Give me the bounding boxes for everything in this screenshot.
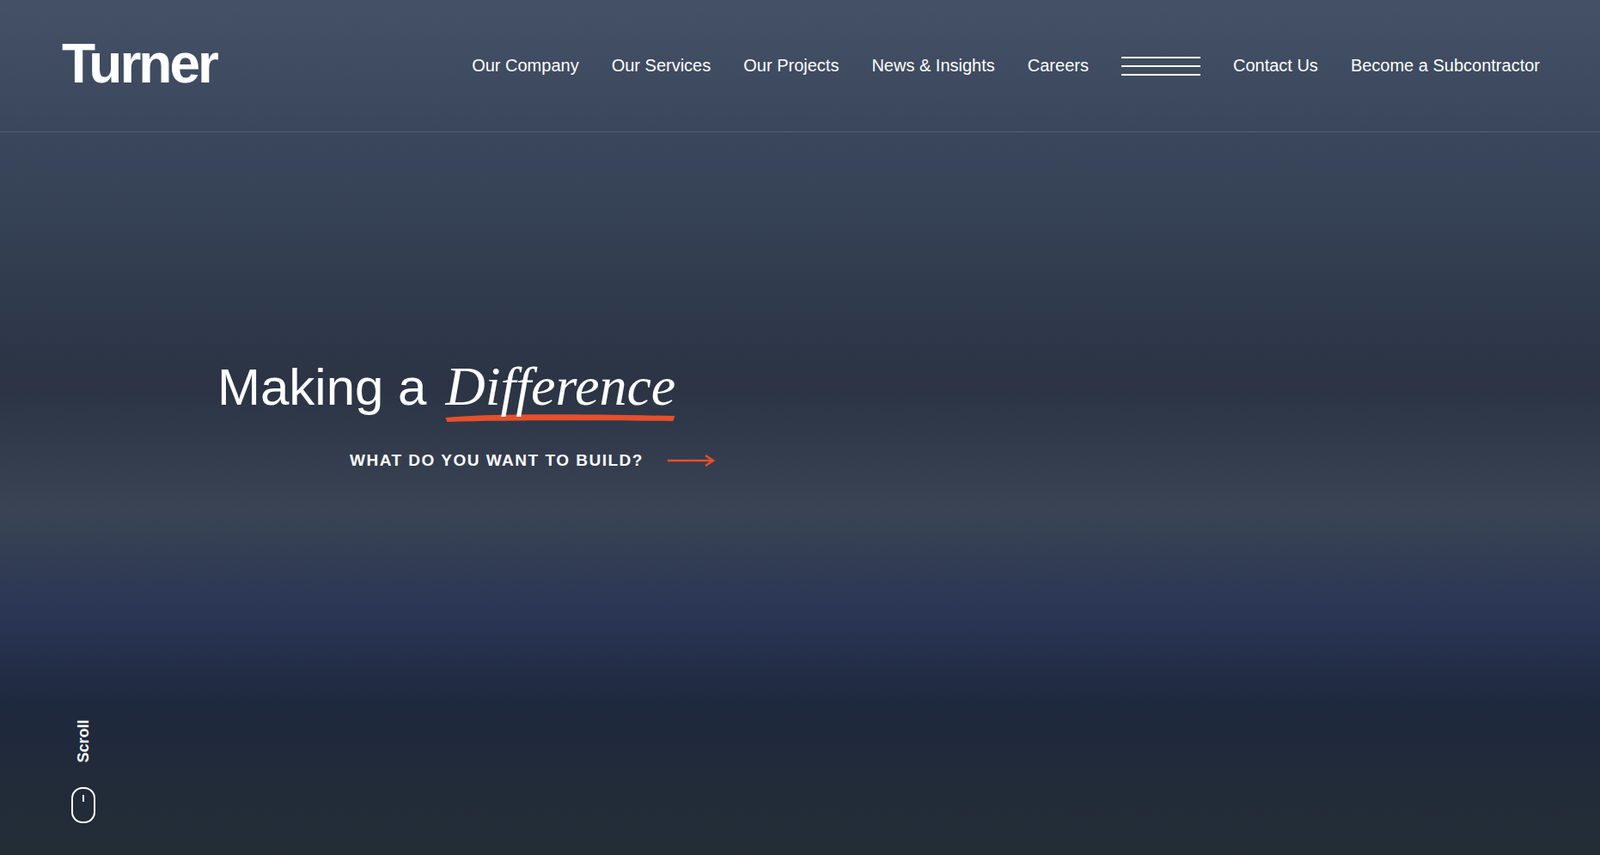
site-header: Turner Our Company Our Services Our Project…: [0, 0, 1600, 133]
hero-content: Making aDifference WHAT DO YOU WANT TO BU…: [0, 132, 1600, 471]
nav-link[interactable]: Careers: [1027, 50, 1089, 81]
menu-icon[interactable]: [1121, 54, 1201, 78]
nav-link[interactable]: Become a Subcontractor: [1350, 50, 1540, 81]
nav-link[interactable]: Contact Us: [1233, 50, 1319, 81]
cta-link[interactable]: WHAT DO YOU WANT TO BUILD?: [349, 451, 1600, 471]
hero-title: Making aDifference: [217, 354, 1600, 426]
main-nav: Our Company Our Services Our Projects News …: [471, 50, 1540, 81]
hero: Turner Our Company Our Services Our Project…: [0, 0, 1600, 855]
nav-link[interactable]: Our Company: [471, 50, 580, 81]
nav-link[interactable]: News & Insights: [871, 50, 995, 81]
hero-highlight: Difference: [441, 354, 679, 426]
mouse-icon: [70, 786, 97, 825]
logo[interactable]: Turner: [61, 36, 217, 92]
nav-link[interactable]: Our Projects: [743, 50, 839, 81]
hero-title-text: Making a: [217, 356, 427, 419]
nav-link[interactable]: Our Services: [611, 50, 712, 81]
scroll-indicator[interactable]: Scroll: [70, 712, 97, 825]
arrow-right-icon: [667, 453, 716, 468]
scroll-label: Scroll: [74, 719, 93, 763]
